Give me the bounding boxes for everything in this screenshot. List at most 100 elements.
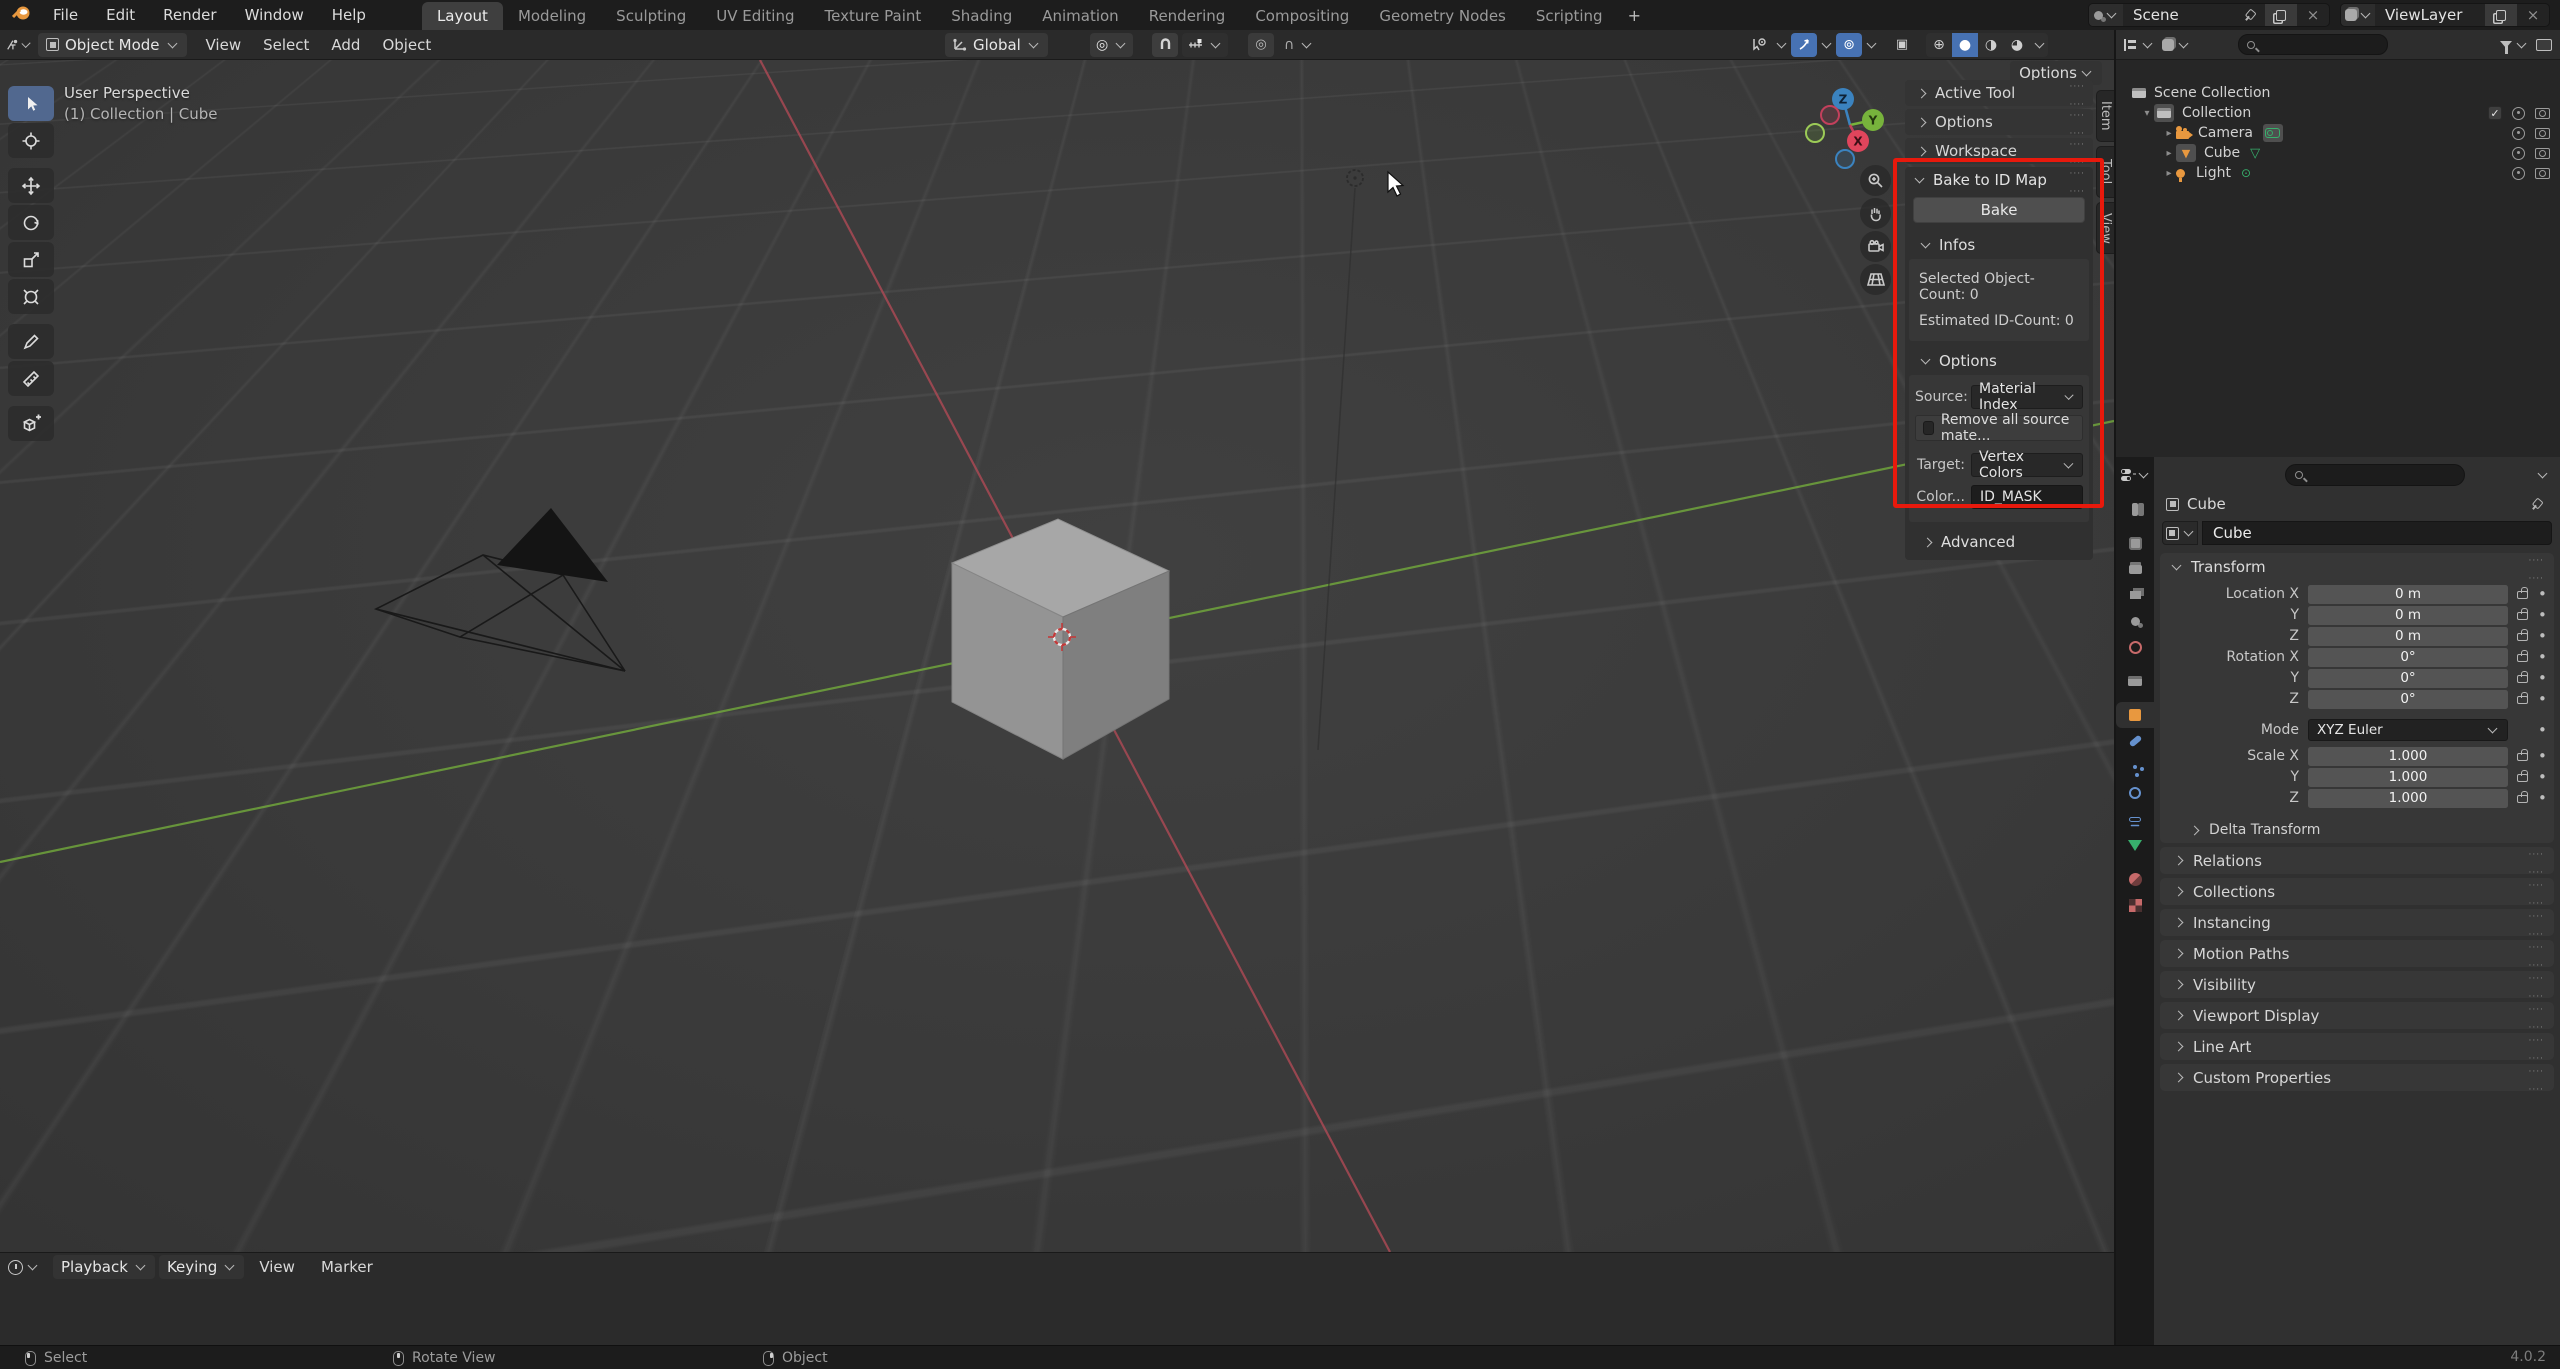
overlays-toggle[interactable]: ⊚ xyxy=(1836,32,1862,57)
transform-panel-header[interactable]: Transform xyxy=(2160,553,2554,581)
animate-dot-icon[interactable]: • xyxy=(2538,747,2547,765)
tab-world[interactable] xyxy=(2116,634,2154,660)
tool-cursor[interactable] xyxy=(8,123,54,158)
object-browse-icon[interactable] xyxy=(2162,521,2198,545)
tool-measure[interactable] xyxy=(8,361,54,396)
properties-editor-type-icon[interactable] xyxy=(2116,462,2154,488)
tab-collection[interactable] xyxy=(2116,668,2154,694)
value-field[interactable]: 1.000 xyxy=(2308,746,2508,766)
navigation-gizmo[interactable]: Z Y X xyxy=(1795,82,1905,182)
animate-dot-icon[interactable]: • xyxy=(2538,789,2547,807)
camera-view-button[interactable] xyxy=(1860,231,1891,262)
snap-settings-dropdown[interactable] xyxy=(1182,32,1228,57)
gizmos-toggle[interactable] xyxy=(1791,32,1817,57)
row-camera[interactable]: ▸ Camera xyxy=(2116,123,2560,143)
tab-constraints[interactable] xyxy=(2116,806,2154,832)
expand-caret-icon[interactable]: ▸ xyxy=(2162,168,2176,179)
tab-particles[interactable] xyxy=(2116,754,2154,780)
topbar-menu-item[interactable]: Window xyxy=(231,6,318,24)
workspace-tab[interactable]: UV Editing xyxy=(701,2,809,30)
remove-source-checkbox-row[interactable]: Remove all source mate... xyxy=(1915,412,2083,444)
view-layer-browse-icon[interactable] xyxy=(2341,4,2375,26)
scene-browse-icon[interactable] xyxy=(2089,4,2123,26)
value-field[interactable]: 1.000 xyxy=(2308,767,2508,787)
playback-menu[interactable]: Playback xyxy=(53,1255,155,1279)
row-cube[interactable]: ▸ ▼ Cube ▽ xyxy=(2116,143,2560,163)
properties-collapsed-panel[interactable]: Motion Paths xyxy=(2160,940,2554,967)
animate-dot-icon[interactable]: • xyxy=(2538,768,2547,786)
value-field[interactable]: 0 m xyxy=(2308,584,2508,604)
value-field[interactable]: 0 m xyxy=(2308,605,2508,625)
tab-material[interactable] xyxy=(2116,866,2154,892)
tab-object[interactable] xyxy=(2116,702,2154,728)
tab-render[interactable] xyxy=(2116,530,2154,556)
properties-collapsed-panel[interactable]: Visibility xyxy=(2160,971,2554,998)
proportional-editing-toggle[interactable]: ◎ xyxy=(1248,32,1274,57)
pivot-point-dropdown[interactable]: ◎ xyxy=(1090,32,1134,57)
new-scene-button[interactable] xyxy=(2265,4,2297,26)
workspace-tab[interactable]: Modeling xyxy=(503,2,601,30)
disable-render-icon[interactable] xyxy=(2535,127,2550,139)
tab-view-layer[interactable] xyxy=(2116,582,2154,608)
lock-icon[interactable] xyxy=(2517,608,2528,620)
rotation-mode-dropdown[interactable]: XYZ Euler xyxy=(2308,719,2508,741)
value-field[interactable]: 0 m xyxy=(2308,626,2508,646)
drag-grip-icon[interactable] xyxy=(2070,162,2085,198)
animate-dot-icon[interactable]: • xyxy=(2538,627,2547,645)
view-layer-name[interactable]: ViewLayer xyxy=(2375,6,2485,24)
tab-object-data[interactable] xyxy=(2116,832,2154,858)
unlink-scene-button[interactable]: × xyxy=(2297,4,2329,26)
tab-tool[interactable] xyxy=(2116,496,2154,522)
hide-eye-icon[interactable] xyxy=(2512,146,2525,160)
section-active-tool[interactable]: Active Tool xyxy=(1905,80,2093,106)
topbar-menu-item[interactable]: File xyxy=(39,6,92,24)
properties-search-input[interactable] xyxy=(2285,464,2465,486)
outliner-display-mode-icon[interactable] xyxy=(2162,38,2190,51)
properties-collapsed-panel[interactable]: Collections xyxy=(2160,878,2554,905)
properties-options-chevron[interactable] xyxy=(2537,468,2548,479)
properties-collapsed-panel[interactable]: Instancing xyxy=(2160,909,2554,936)
blender-logo-icon[interactable] xyxy=(11,5,31,25)
lock-icon[interactable] xyxy=(2517,587,2528,599)
hide-eye-icon[interactable] xyxy=(2512,166,2525,180)
expand-caret-icon[interactable]: ▾ xyxy=(2140,108,2154,119)
shading-solid-icon[interactable]: ● xyxy=(1952,32,1978,57)
section-workspace[interactable]: Workspace xyxy=(1905,138,2093,164)
sidebar-tab-view[interactable]: View xyxy=(2096,202,2114,254)
keying-menu[interactable]: Keying xyxy=(158,1255,245,1279)
target-dropdown[interactable]: Vertex Colors xyxy=(1971,449,2083,481)
viewport-menu-item[interactable]: Add xyxy=(320,36,371,54)
shading-material-icon[interactable]: ◑ xyxy=(1978,33,2004,57)
viewport-menu-item[interactable]: Select xyxy=(252,36,320,54)
lock-icon[interactable] xyxy=(2517,629,2528,641)
infos-subpanel-header[interactable]: Infos xyxy=(1905,233,2093,257)
value-field[interactable]: 0° xyxy=(2308,668,2508,688)
tab-output[interactable] xyxy=(2116,556,2154,582)
tab-texture[interactable] xyxy=(2116,892,2154,918)
lock-icon[interactable] xyxy=(2517,692,2528,704)
remove-source-checkbox[interactable] xyxy=(1923,421,1934,435)
expand-caret-icon[interactable]: ▸ xyxy=(2162,148,2176,159)
tool-scale[interactable] xyxy=(8,242,54,277)
advanced-subpanel-header[interactable]: Advanced xyxy=(1905,530,2093,554)
workspace-tab[interactable]: Animation xyxy=(1027,2,1133,30)
tab-modifiers[interactable] xyxy=(2116,728,2154,754)
workspace-tab[interactable]: Layout xyxy=(421,2,503,30)
animate-dot-icon[interactable]: • xyxy=(2538,648,2547,666)
tool-select-box[interactable] xyxy=(8,86,54,121)
value-field[interactable]: 1.000 xyxy=(2308,788,2508,808)
light-object[interactable] xyxy=(1346,169,1364,187)
outliner-search-input[interactable] xyxy=(2238,34,2388,55)
animate-dot-icon[interactable]: • xyxy=(2538,585,2547,603)
color-name-field[interactable]: ID_MASK xyxy=(1971,485,2083,509)
drag-grip-icon[interactable] xyxy=(2529,549,2544,585)
gizmos-chevron[interactable] xyxy=(1821,38,1832,48)
expand-caret-icon[interactable]: ▸ xyxy=(2162,128,2176,139)
lock-icon[interactable] xyxy=(2517,770,2528,782)
add-workspace-button[interactable]: + xyxy=(1618,1,1651,30)
value-field[interactable]: 0° xyxy=(2308,647,2508,667)
lock-icon[interactable] xyxy=(2517,749,2528,761)
outliner-editor-type-icon[interactable] xyxy=(2124,38,2154,51)
source-dropdown[interactable]: Material Index xyxy=(1971,381,2083,413)
options-subpanel-header[interactable]: Options xyxy=(1905,349,2093,373)
